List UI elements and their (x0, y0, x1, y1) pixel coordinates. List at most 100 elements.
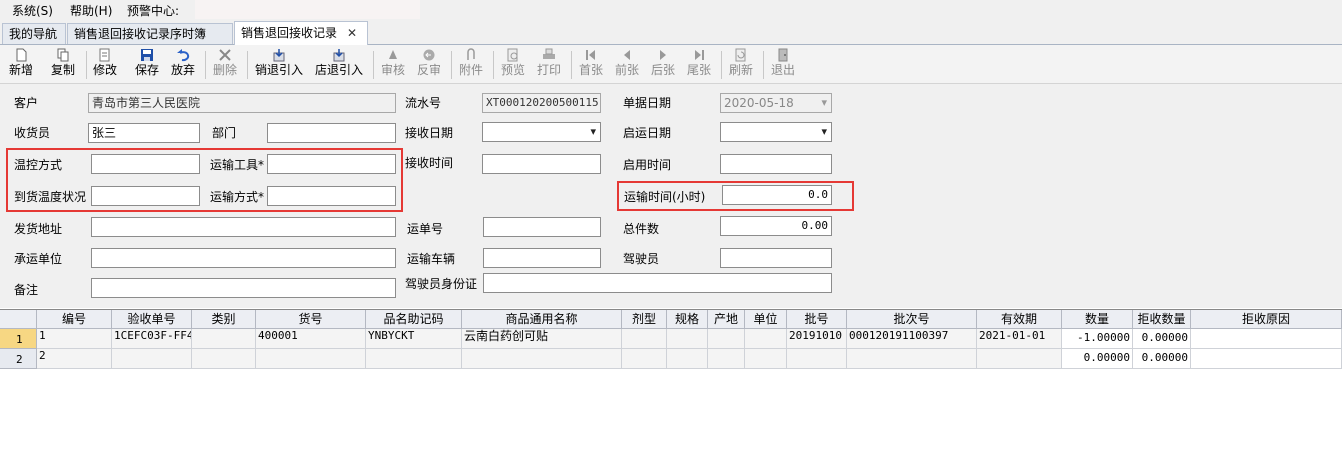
column-header[interactable]: 产地 (708, 310, 745, 329)
copy-button[interactable]: 复制 (48, 47, 78, 81)
print-button[interactable]: 打印 (534, 47, 564, 81)
preview-label: 预览 (500, 63, 525, 77)
serial-no-field[interactable]: XT000120200500115 (482, 93, 601, 113)
table-cell[interactable] (708, 349, 745, 369)
refresh-button[interactable]: 刷新 (726, 47, 756, 81)
table-cell[interactable] (787, 349, 847, 369)
table-cell[interactable] (256, 349, 366, 369)
column-header[interactable]: 类别 (192, 310, 256, 329)
alarm-center-display[interactable] (195, 0, 420, 19)
waybill-no-field[interactable] (483, 217, 601, 237)
column-header[interactable]: 拒收数量 (1133, 310, 1191, 329)
table-cell[interactable]: 云南白药创可贴 (462, 329, 622, 349)
remark-field[interactable] (91, 278, 396, 298)
table-cell[interactable]: 0.00000 (1133, 329, 1191, 349)
table-cell[interactable]: 400001 (256, 329, 366, 349)
column-header[interactable]: 商品通用名称 (462, 310, 622, 329)
table-cell[interactable] (745, 349, 787, 369)
table-cell[interactable]: -1.00000 (1062, 329, 1133, 349)
save-button[interactable]: 保存 (132, 47, 162, 81)
table-cell[interactable] (1191, 329, 1342, 349)
tab-return-receipt-record[interactable]: 销售退回接收记录 ✕ (234, 21, 368, 45)
table-cell[interactable] (112, 349, 192, 369)
tab-return-receipt-journal[interactable]: 销售退回接收记录序时簿 (67, 23, 233, 44)
row-header[interactable]: 1 (0, 329, 37, 349)
preview-button[interactable]: 预览 (498, 47, 528, 81)
unaudit-button[interactable]: 反审 (414, 47, 444, 81)
table-cell[interactable]: 2 (37, 349, 112, 369)
column-header[interactable]: 货号 (256, 310, 366, 329)
abandon-label: 放弃 (170, 63, 195, 77)
ship-address-field[interactable] (91, 217, 396, 237)
prev-button[interactable]: 前张 (612, 47, 642, 81)
row-header[interactable]: 2 (0, 349, 37, 369)
close-icon[interactable]: ✕ (347, 22, 357, 44)
first-button[interactable]: 首张 (576, 47, 606, 81)
column-header[interactable]: 批号 (787, 310, 847, 329)
table-cell[interactable] (1191, 349, 1342, 369)
driver-id-label: 驾驶员身份证 (405, 277, 478, 291)
table-cell[interactable] (667, 349, 708, 369)
table-cell[interactable] (622, 349, 667, 369)
table-cell[interactable] (462, 349, 622, 369)
table-cell[interactable] (192, 349, 256, 369)
customer-field[interactable]: 青岛市第三人民医院 (88, 93, 396, 113)
menu-system[interactable]: 系统(S) (12, 2, 53, 19)
ship-time-field[interactable] (720, 154, 832, 174)
column-header[interactable]: 品名助记码 (366, 310, 462, 329)
column-header[interactable]: 规格 (667, 310, 708, 329)
driver-field[interactable] (720, 248, 832, 268)
vehicle-field[interactable] (483, 248, 601, 268)
table-cell[interactable]: 20191010 (787, 329, 847, 349)
new-button[interactable]: 新增 (6, 47, 36, 81)
doc-date-picker[interactable]: 2020-05-18 (720, 93, 832, 113)
department-field[interactable] (267, 123, 396, 143)
table-cell[interactable] (977, 349, 1062, 369)
total-pieces-field[interactable]: 0.00 (720, 216, 832, 236)
receive-time-field[interactable] (482, 154, 601, 174)
remark-label: 备注 (14, 283, 39, 297)
table-cell[interactable]: YNBYCKT (366, 329, 462, 349)
delete-button[interactable]: 删除 (210, 47, 240, 81)
store-return-import-button[interactable]: 店退引入 (312, 47, 366, 81)
table-cell[interactable]: 1 (37, 329, 112, 349)
column-header[interactable]: 单位 (745, 310, 787, 329)
tab-label: 销售退回接收记录 (241, 26, 338, 40)
sales-return-import-button[interactable]: 销退引入 (252, 47, 306, 81)
ship-date-picker[interactable] (720, 122, 832, 142)
table-cell[interactable]: 2021-01-01 (977, 329, 1062, 349)
table-cell[interactable]: 0.00000 (1062, 349, 1133, 369)
table-cell[interactable] (667, 329, 708, 349)
table-cell[interactable] (192, 329, 256, 349)
column-header[interactable]: 拒收原因 (1191, 310, 1342, 329)
attachment-button[interactable]: 附件 (456, 47, 486, 81)
table-cell[interactable] (847, 349, 977, 369)
delete-label: 删除 (212, 63, 237, 77)
exit-button[interactable]: 退出 (768, 47, 798, 81)
column-header[interactable]: 批次号 (847, 310, 977, 329)
table-cell[interactable]: 000120191100397 (847, 329, 977, 349)
table-cell[interactable] (366, 349, 462, 369)
edit-button[interactable]: 修改 (90, 47, 120, 81)
receiver-field[interactable]: 张三 (88, 123, 200, 143)
carrier-field[interactable] (91, 248, 396, 268)
menu-help[interactable]: 帮助(H) (70, 2, 112, 19)
last-button[interactable]: 尾张 (684, 47, 714, 81)
driver-id-field[interactable] (483, 273, 832, 293)
table-cell[interactable] (745, 329, 787, 349)
column-header[interactable]: 编号 (37, 310, 112, 329)
tab-my-navigation[interactable]: 我的导航 (2, 23, 66, 44)
abandon-button[interactable]: 放弃 (168, 47, 198, 81)
column-header[interactable]: 剂型 (622, 310, 667, 329)
column-header[interactable]: 有效期 (977, 310, 1062, 329)
column-header[interactable]: 数量 (1062, 310, 1133, 329)
table-cell[interactable]: 1CEFC03F-FF444 (112, 329, 192, 349)
table-cell[interactable]: 0.00000 (1133, 349, 1191, 369)
column-header[interactable]: 验收单号 (112, 310, 192, 329)
total-pieces-label: 总件数 (623, 222, 660, 236)
receive-date-picker[interactable] (482, 122, 601, 142)
table-cell[interactable] (708, 329, 745, 349)
next-button[interactable]: 后张 (648, 47, 678, 81)
audit-button[interactable]: 审核 (378, 47, 408, 81)
table-cell[interactable] (622, 329, 667, 349)
